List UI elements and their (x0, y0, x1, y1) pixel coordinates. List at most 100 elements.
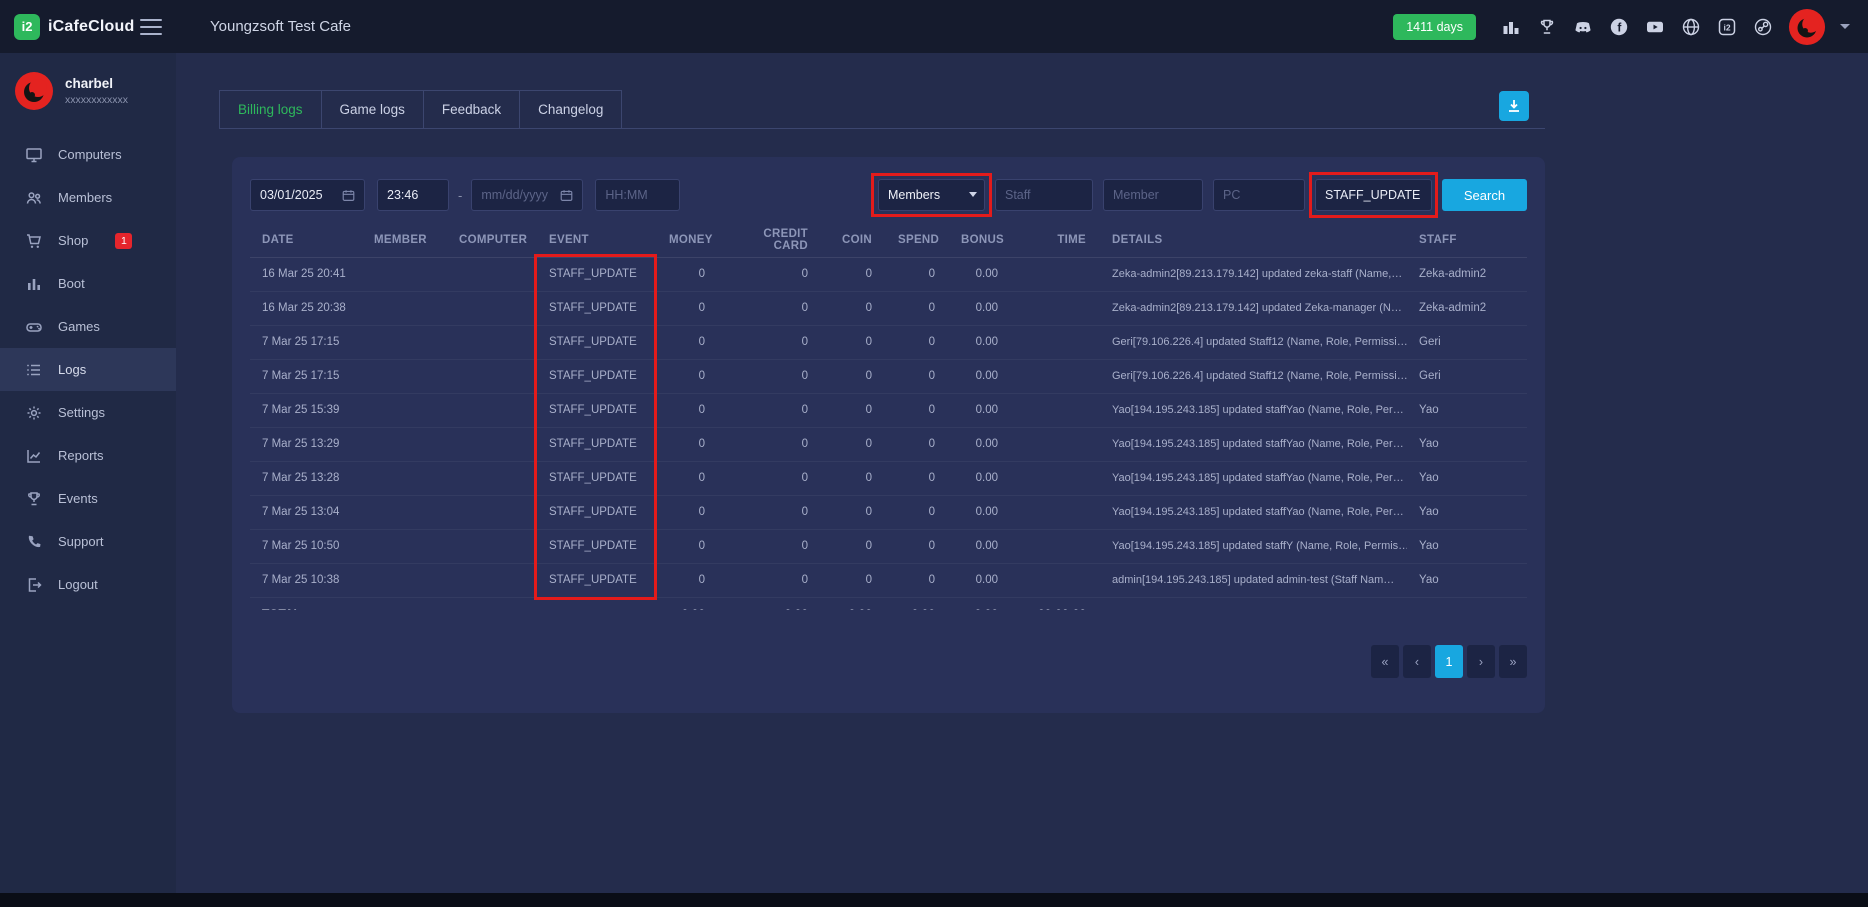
user-name: charbel (65, 76, 128, 91)
table-row[interactable]: 7 Mar 25 15:39 STAFF_UPDATE 0 0 0 0 0.00… (250, 393, 1527, 427)
table-row[interactable]: 7 Mar 25 13:29 STAFF_UPDATE 0 0 0 0 0.00… (250, 427, 1527, 461)
cell-staff: Yao (1407, 563, 1527, 597)
cell-bonus: 0.00 (949, 291, 1012, 325)
globe-icon[interactable] (1680, 16, 1702, 38)
event-filter-input[interactable] (1315, 179, 1432, 211)
cell-details: Yao[194.195.243.185] updated staffYao (N… (1100, 495, 1407, 529)
cell-details: Zeka-admin2[89.213.179.142] updated Zeka… (1100, 291, 1407, 325)
cell-spend: 0 (886, 393, 949, 427)
tab-billing-logs[interactable]: Billing logs (219, 90, 322, 128)
tab-feedback[interactable]: Feedback (423, 90, 520, 128)
download-icon (1506, 98, 1522, 114)
cell-details: Geri[79.106.226.4] updated Staff12 (Name… (1100, 325, 1407, 359)
total-spend: 0.00 (886, 597, 949, 610)
billing-logs-table-container[interactable]: DATE MEMBER COMPUTER EVENT MONEY CREDIT … (250, 223, 1527, 610)
col-header-spend: SPEND (886, 223, 949, 257)
sidebar-item-support[interactable]: Support (0, 520, 176, 563)
leaderboard-icon[interactable] (1500, 16, 1522, 38)
cell-money: 0 (657, 325, 719, 359)
page-first-button[interactable]: « (1371, 645, 1399, 678)
table-row[interactable]: 16 Mar 25 20:41 STAFF_UPDATE 0 0 0 0 0.0… (250, 257, 1527, 291)
cell-coin: 0 (822, 461, 886, 495)
days-badge[interactable]: 1411 days (1393, 14, 1476, 40)
sidebar-item-events[interactable]: Events (0, 477, 176, 520)
brand[interactable]: i2 iCafeCloud (14, 14, 134, 40)
table-row[interactable]: 7 Mar 25 17:15 STAFF_UPDATE 0 0 0 0 0.00… (250, 359, 1527, 393)
sidebar-user-block[interactable]: charbel xxxxxxxxxxxx (0, 53, 176, 123)
cell-date: 7 Mar 25 17:15 (250, 325, 362, 359)
page-prev-button[interactable]: ‹ (1403, 645, 1431, 678)
member-filter-input[interactable] (1103, 179, 1203, 211)
chevron-down-icon[interactable] (1840, 24, 1850, 29)
date-to-input[interactable]: mm/dd/yyyy (471, 179, 583, 211)
tab-game-logs[interactable]: Game logs (321, 90, 424, 128)
cell-member (362, 393, 447, 427)
sidebar-item-reports[interactable]: Reports (0, 434, 176, 477)
time-from-input[interactable]: 23:46 (377, 179, 449, 211)
staff-filter-input[interactable] (995, 179, 1093, 211)
sidebar-menu: Computers Members Shop 1 Boot Games Logs… (0, 133, 176, 606)
sidebar-item-games[interactable]: Games (0, 305, 176, 348)
total-credit-card: 0.00 (719, 597, 822, 610)
sidebar-item-members[interactable]: Members (0, 176, 176, 219)
download-button[interactable] (1499, 91, 1529, 121)
sidebar-item-label: Support (58, 534, 104, 549)
table-row[interactable]: 7 Mar 25 17:15 STAFF_UPDATE 0 0 0 0 0.00… (250, 325, 1527, 359)
page-last-button[interactable]: » (1499, 645, 1527, 678)
cell-event: STAFF_UPDATE (537, 291, 657, 325)
calendar-icon (560, 189, 573, 202)
table-row[interactable]: 7 Mar 25 10:50 STAFF_UPDATE 0 0 0 0 0.00… (250, 529, 1527, 563)
cell-spend: 0 (886, 563, 949, 597)
billing-logs-table: DATE MEMBER COMPUTER EVENT MONEY CREDIT … (250, 223, 1527, 610)
discord-icon[interactable] (1572, 16, 1594, 38)
gamepad-icon (25, 318, 43, 336)
sidebar-item-logs[interactable]: Logs (0, 348, 176, 391)
cell-date: 16 Mar 25 20:41 (250, 257, 362, 291)
sidebar-item-computers[interactable]: Computers (0, 133, 176, 176)
search-button[interactable]: Search (1442, 179, 1527, 211)
hamburger-menu-icon[interactable] (140, 19, 162, 35)
phone-icon (25, 533, 43, 551)
pc-filter-input[interactable] (1213, 179, 1305, 211)
tab-changelog[interactable]: Changelog (519, 90, 622, 128)
cell-credit-card: 0 (719, 529, 822, 563)
cell-details: Yao[194.195.243.185] updated staffYao (N… (1100, 427, 1407, 461)
svg-text:i2: i2 (1723, 22, 1730, 32)
cell-staff: Zeka-admin2 (1407, 291, 1527, 325)
user-avatar[interactable] (1788, 8, 1826, 46)
icafe-news-icon[interactable]: i2 (1716, 16, 1738, 38)
time-from-value: 23:46 (387, 188, 418, 202)
cell-money: 0 (657, 495, 719, 529)
filter-type-select[interactable]: Members (878, 179, 985, 211)
cell-member (362, 427, 447, 461)
sidebar-item-label: Shop (58, 233, 88, 248)
table-row[interactable]: 7 Mar 25 13:28 STAFF_UPDATE 0 0 0 0 0.00… (250, 461, 1527, 495)
filter-bar: 03/01/2025 23:46 - mm/dd/yyyy HH:MM Memb… (250, 179, 1527, 211)
topbar-right: 1411 days f i2 (1393, 8, 1868, 46)
sidebar-item-shop[interactable]: Shop 1 (0, 219, 176, 262)
time-to-input[interactable]: HH:MM (595, 179, 680, 211)
sidebar-item-settings[interactable]: Settings (0, 391, 176, 434)
cell-event: STAFF_UPDATE (537, 393, 657, 427)
table-row[interactable]: 7 Mar 25 13:04 STAFF_UPDATE 0 0 0 0 0.00… (250, 495, 1527, 529)
cell-details: Yao[194.195.243.185] updated staffYao (N… (1100, 393, 1407, 427)
trophy-icon[interactable] (1536, 16, 1558, 38)
col-header-credit-card: CREDIT CARD (719, 223, 822, 257)
sidebar-item-boot[interactable]: Boot (0, 262, 176, 305)
page-1-button[interactable]: 1 (1435, 645, 1463, 678)
date-from-input[interactable]: 03/01/2025 (250, 179, 365, 211)
cell-time (1012, 495, 1100, 529)
steam-icon[interactable] (1752, 16, 1774, 38)
col-header-staff: STAFF (1407, 223, 1527, 257)
table-row[interactable]: 16 Mar 25 20:38 STAFF_UPDATE 0 0 0 0 0.0… (250, 291, 1527, 325)
cell-staff: Zeka-admin2 (1407, 257, 1527, 291)
youtube-icon[interactable] (1644, 16, 1666, 38)
facebook-icon[interactable]: f (1608, 16, 1630, 38)
page-next-button[interactable]: › (1467, 645, 1495, 678)
user-masked-id: xxxxxxxxxxxx (65, 94, 128, 106)
pagination: « ‹ 1 › » (1367, 645, 1527, 678)
table-row[interactable]: 7 Mar 25 10:38 STAFF_UPDATE 0 0 0 0 0.00… (250, 563, 1527, 597)
cell-time (1012, 563, 1100, 597)
sidebar-item-logout[interactable]: Logout (0, 563, 176, 606)
cell-time (1012, 427, 1100, 461)
